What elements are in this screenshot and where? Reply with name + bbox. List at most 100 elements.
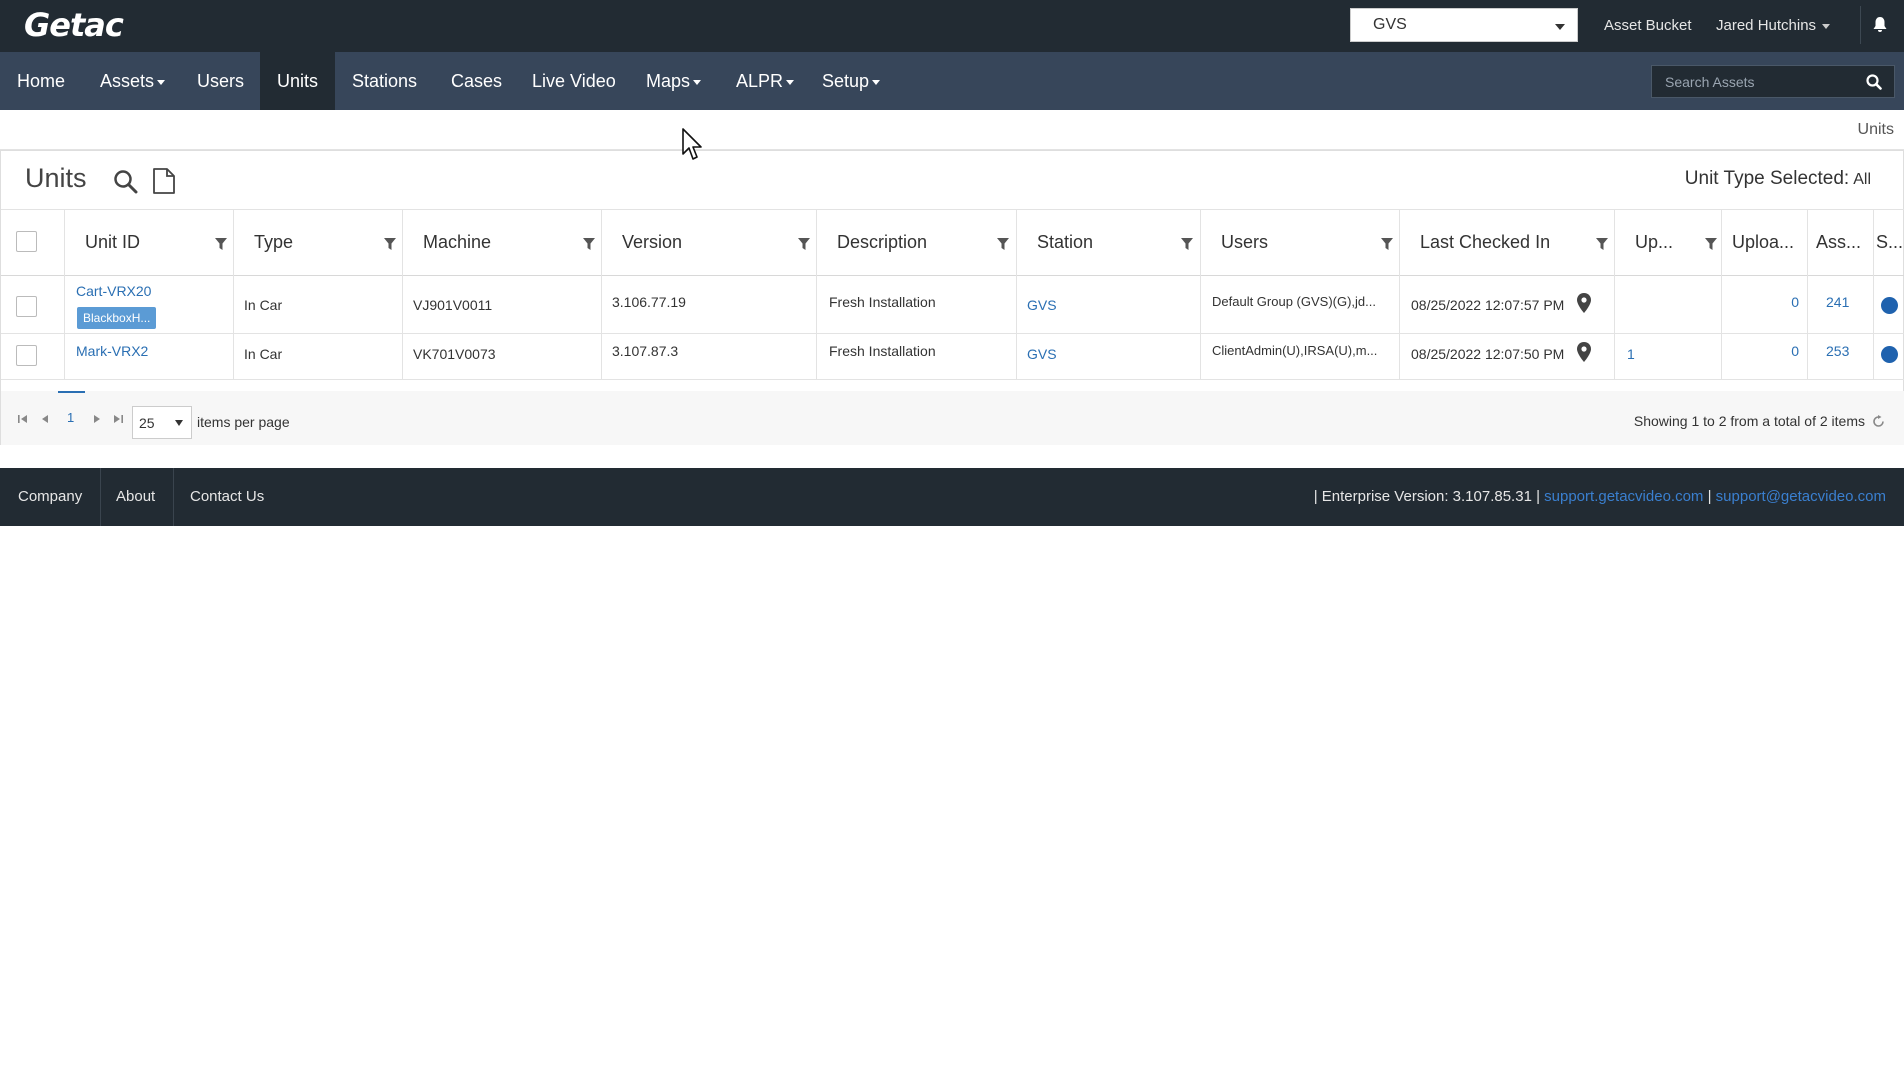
getac-logo[interactable]: Getac (24, 6, 124, 44)
column-users[interactable]: Users (1200, 210, 1399, 276)
description-cell: Fresh Installation (816, 276, 1016, 333)
column-up[interactable]: Up... (1614, 210, 1721, 276)
page-size-value: 25 (139, 415, 155, 431)
search-icon[interactable] (113, 169, 139, 195)
users-value: ClientAdmin(U),IRSA(U),m... (1212, 343, 1378, 358)
unit-id-link[interactable]: Mark-VRX2 (76, 343, 148, 359)
asset-bucket-link[interactable]: Asset Bucket (1604, 17, 1692, 34)
filter-icon[interactable] (1705, 238, 1717, 250)
station-select[interactable]: GVS (1350, 8, 1578, 42)
machine-value: VK701V0073 (413, 346, 496, 362)
column-assets[interactable]: Ass... (1807, 210, 1873, 276)
column-uploads[interactable]: Uploa... (1721, 210, 1807, 276)
top-bar: Getac GVS Asset Bucket Jared Hutchins (0, 0, 1904, 52)
filter-icon[interactable] (1381, 238, 1393, 250)
search-icon[interactable] (1866, 74, 1882, 90)
column-description[interactable]: Description (816, 210, 1016, 276)
filter-icon[interactable] (384, 238, 396, 250)
table-row[interactable]: Mark-VRX2 In Car VK701V0073 3.107.87.3 F… (1, 334, 1904, 380)
column-label: Type (254, 232, 294, 252)
footer-version-info: | Enterprise Version: 3.107.85.31 | supp… (1314, 488, 1886, 505)
breadcrumb: Units (1857, 121, 1894, 138)
column-last-checked-in[interactable]: Last Checked In (1399, 210, 1614, 276)
last-page-icon[interactable] (113, 414, 123, 424)
nav-live-video[interactable]: Live Video (515, 52, 633, 110)
pagination-summary: Showing 1 to 2 from a total of 2 items (1633, 413, 1865, 429)
footer-contact-link[interactable]: Contact Us (172, 468, 282, 526)
filter-icon[interactable] (798, 238, 810, 250)
refresh-icon[interactable] (1872, 415, 1885, 428)
location-pin-icon[interactable] (1577, 293, 1591, 313)
status-cell (1873, 276, 1904, 333)
first-page-icon[interactable] (18, 414, 28, 424)
nav-cases[interactable]: Cases (434, 52, 519, 110)
status-indicator (1881, 346, 1898, 363)
search-input[interactable] (1652, 66, 1852, 97)
column-machine[interactable]: Machine (402, 210, 601, 276)
nav-alpr[interactable]: ALPR (719, 52, 811, 110)
filter-icon[interactable] (997, 238, 1009, 250)
column-version[interactable]: Version (601, 210, 816, 276)
nav-assets-label: Assets (100, 71, 155, 91)
support-url-link[interactable]: support.getacvideo.com (1544, 488, 1703, 505)
machine-cell: VK701V0073 (402, 334, 601, 379)
previous-page-icon[interactable] (41, 414, 49, 424)
users-cell: ClientAdmin(U),IRSA(U),m... (1200, 334, 1399, 379)
assets-value[interactable]: 253 (1826, 343, 1849, 359)
nav-assets[interactable]: Assets (83, 52, 182, 110)
row-checkbox[interactable] (16, 345, 37, 366)
page-number[interactable]: 1 (67, 410, 74, 425)
chevron-down-icon (1555, 24, 1565, 30)
location-pin-icon[interactable] (1577, 342, 1591, 362)
nav-users[interactable]: Users (180, 52, 261, 110)
unit-type-value: All (1853, 171, 1871, 188)
next-page-icon[interactable] (93, 414, 101, 424)
row-checkbox[interactable] (16, 296, 37, 317)
unit-id-cell: Mark-VRX2 (64, 334, 233, 379)
table-row[interactable]: Cart-VRX20 BlackboxH... In Car VJ901V001… (1, 276, 1904, 334)
notifications-button[interactable] (1860, 6, 1898, 44)
chevron-down-icon (693, 79, 702, 85)
page-size-select[interactable]: 25 (132, 406, 192, 439)
column-unit-id[interactable]: Unit ID (64, 210, 233, 276)
column-status[interactable]: S... (1873, 210, 1904, 276)
export-document-icon[interactable] (152, 168, 176, 194)
assets-value[interactable]: 241 (1826, 294, 1849, 310)
nav-units[interactable]: Units (260, 52, 336, 110)
chevron-down-icon (157, 79, 166, 85)
version-cell: 3.106.77.19 (601, 276, 816, 333)
uploads-value[interactable]: 0 (1791, 343, 1799, 359)
select-all-checkbox[interactable] (16, 231, 37, 252)
machine-cell: VJ901V0011 (402, 276, 601, 333)
nav-setup[interactable]: Setup (805, 52, 897, 110)
last-checked-in-cell: 08/25/2022 12:07:50 PM (1399, 334, 1614, 379)
version-value: 3.107.87.3 (612, 343, 679, 359)
station-link[interactable]: GVS (1027, 346, 1057, 362)
filter-icon[interactable] (1596, 238, 1608, 250)
column-type[interactable]: Type (233, 210, 402, 276)
support-email-link[interactable]: support@getacvideo.com (1716, 488, 1886, 505)
search-assets (1651, 65, 1895, 98)
footer-about-link[interactable]: About (98, 468, 175, 526)
unit-id-link[interactable]: Cart-VRX20 (76, 283, 151, 299)
items-per-page-label: items per page (197, 414, 290, 430)
nav-maps[interactable]: Maps (629, 52, 718, 110)
unit-type-selector[interactable]: Unit Type Selected: All (1685, 168, 1871, 190)
footer-company-link[interactable]: Company (0, 468, 102, 526)
up-value[interactable]: 1 (1627, 346, 1635, 362)
user-menu[interactable]: Jared Hutchins (1716, 17, 1831, 34)
uploads-value[interactable]: 0 (1791, 294, 1799, 310)
column-label: Station (1037, 232, 1094, 252)
description-cell: Fresh Installation (816, 334, 1016, 379)
filter-icon[interactable] (215, 238, 227, 250)
table-header: Unit ID Type Machine Version Description… (1, 209, 1904, 276)
description-value: Fresh Installation (829, 294, 936, 310)
nav-stations[interactable]: Stations (335, 52, 434, 110)
station-link[interactable]: GVS (1027, 297, 1057, 313)
column-station[interactable]: Station (1016, 210, 1200, 276)
nav-home[interactable]: Home (0, 52, 82, 110)
filter-icon[interactable] (583, 238, 595, 250)
current-page-indicator (58, 391, 85, 393)
type-value: In Car (244, 346, 283, 362)
filter-icon[interactable] (1181, 238, 1193, 250)
